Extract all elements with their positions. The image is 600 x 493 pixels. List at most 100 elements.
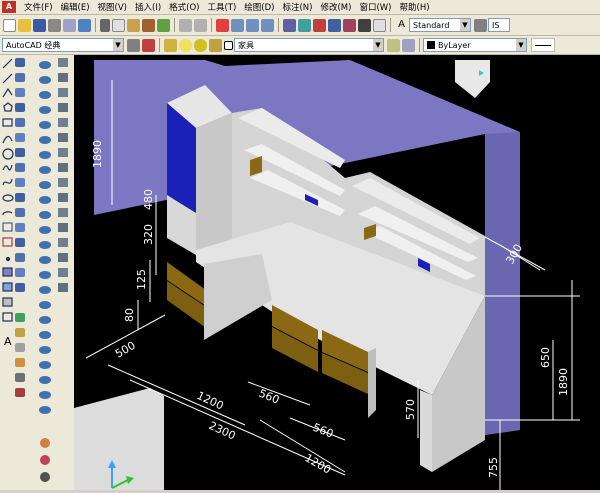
modify-join-icon[interactable] xyxy=(15,238,25,247)
color-select[interactable]: ByLayer ▼ xyxy=(423,38,527,52)
menu-modify[interactable]: 修改(M) xyxy=(316,1,355,13)
revision-cloud-icon[interactable] xyxy=(2,164,13,171)
ucs-zaxis-icon[interactable] xyxy=(39,346,51,354)
ucs-3point-icon[interactable] xyxy=(39,361,51,369)
separate-icon[interactable] xyxy=(58,253,68,262)
view-left-icon[interactable] xyxy=(39,91,51,99)
circle-icon[interactable] xyxy=(2,148,14,160)
new-file-icon[interactable] xyxy=(3,18,16,32)
layer-manager-icon[interactable] xyxy=(164,38,177,52)
undo-icon[interactable] xyxy=(179,18,192,32)
extrude-faces-icon[interactable] xyxy=(58,73,68,82)
modify-fillet-icon[interactable] xyxy=(15,268,25,277)
ucs-face-icon[interactable] xyxy=(39,391,51,399)
move-faces-icon[interactable] xyxy=(58,88,68,97)
multiline-text-icon[interactable]: A xyxy=(4,335,12,348)
menu-window[interactable]: 窗口(W) xyxy=(355,1,395,13)
modify-trim-icon[interactable] xyxy=(15,193,25,202)
modify-extend-icon[interactable] xyxy=(15,208,25,217)
delete-faces-icon[interactable] xyxy=(58,118,68,127)
sheet-set-icon[interactable] xyxy=(328,18,341,32)
modify-break-icon[interactable] xyxy=(15,223,25,232)
tool-palettes-icon[interactable] xyxy=(313,18,326,32)
table-icon[interactable] xyxy=(2,312,13,322)
make-block-icon[interactable] xyxy=(2,237,13,247)
free-orbit-icon[interactable] xyxy=(39,226,51,234)
print-icon[interactable] xyxy=(48,18,61,32)
redo-icon[interactable] xyxy=(194,18,207,32)
solid-extrude-icon[interactable] xyxy=(15,328,25,337)
ucs-icon[interactable] xyxy=(39,301,51,309)
walk-icon[interactable] xyxy=(39,271,51,279)
construction-line-icon[interactable] xyxy=(2,73,13,84)
zoom-previous-icon[interactable] xyxy=(261,18,274,32)
text-style-select[interactable]: Standard ▼ xyxy=(409,18,471,32)
dimension-style-select[interactable]: IS xyxy=(488,18,510,32)
modify-erase-icon[interactable] xyxy=(15,58,25,67)
markup-icon[interactable] xyxy=(343,18,356,32)
insert-block-icon[interactable] xyxy=(2,222,13,232)
rotate-faces-icon[interactable] xyxy=(58,133,68,142)
view-right-icon[interactable] xyxy=(39,106,51,114)
make-current-layer-icon[interactable] xyxy=(387,38,400,52)
shell-icon[interactable] xyxy=(58,268,68,277)
print-preview-icon[interactable] xyxy=(63,18,76,32)
materials-icon[interactable] xyxy=(40,438,50,448)
offset-faces-icon[interactable] xyxy=(58,103,68,112)
match-properties-icon[interactable] xyxy=(142,18,155,32)
continuous-orbit-icon[interactable] xyxy=(39,241,51,249)
color-faces-icon[interactable] xyxy=(58,178,68,187)
region-icon[interactable] xyxy=(2,297,13,307)
linetype-select[interactable] xyxy=(531,38,555,52)
layer-select[interactable]: 家具 ▼ xyxy=(234,38,384,52)
zoom-window-icon[interactable] xyxy=(246,18,259,32)
polygon-icon[interactable] xyxy=(3,102,13,112)
layer-previous-icon[interactable] xyxy=(402,38,415,52)
ucs-origin-icon[interactable] xyxy=(39,331,51,339)
copy-icon[interactable] xyxy=(112,18,125,32)
clean-icon[interactable] xyxy=(58,238,68,247)
modify-rotate-icon[interactable] xyxy=(15,148,25,157)
modify-scale-icon[interactable] xyxy=(15,163,25,172)
view-ne-iso-icon[interactable] xyxy=(39,181,51,189)
modify-array-icon[interactable] xyxy=(15,118,25,127)
ucs-view-icon[interactable] xyxy=(39,406,51,414)
point-icon[interactable] xyxy=(5,256,11,262)
menu-view[interactable]: 视图(V) xyxy=(94,1,131,13)
modify-explode-icon[interactable] xyxy=(15,283,25,292)
orbit-icon[interactable] xyxy=(39,211,51,219)
workspace-save-icon[interactable] xyxy=(142,38,155,52)
workspace-select[interactable]: AutoCAD 经典 ▼ xyxy=(2,38,124,52)
autocad-app-icon[interactable]: A xyxy=(2,1,16,13)
solid-intersect-icon[interactable] xyxy=(15,373,25,382)
properties-icon[interactable] xyxy=(283,18,296,32)
menu-dimension[interactable]: 标注(N) xyxy=(278,1,316,13)
open-file-icon[interactable] xyxy=(18,18,31,32)
ellipse-icon[interactable] xyxy=(2,194,14,202)
menu-tools[interactable]: 工具(T) xyxy=(203,1,240,13)
ucs-object-icon[interactable] xyxy=(39,376,51,384)
modify-stretch-icon[interactable] xyxy=(15,178,25,187)
view-front-icon[interactable] xyxy=(39,121,51,129)
calculator-icon[interactable] xyxy=(358,18,371,32)
modify-mirror-icon[interactable] xyxy=(15,88,25,97)
visual-styles-icon[interactable] xyxy=(40,472,50,482)
modify-move-icon[interactable] xyxy=(15,133,25,142)
render-icon[interactable] xyxy=(15,388,25,397)
ucs-world-icon[interactable] xyxy=(39,316,51,324)
solid-union-icon[interactable] xyxy=(15,343,25,352)
view-top-icon[interactable] xyxy=(39,61,51,69)
color-edges-icon[interactable] xyxy=(58,208,68,217)
paste-icon[interactable] xyxy=(127,18,140,32)
camera-icon[interactable] xyxy=(39,256,51,264)
zoom-realtime-icon[interactable] xyxy=(231,18,244,32)
view-bottom-icon[interactable] xyxy=(39,76,51,84)
modify-copy-icon[interactable] xyxy=(15,73,25,82)
menu-draw[interactable]: 绘图(D) xyxy=(240,1,278,13)
lights-icon[interactable] xyxy=(40,455,50,465)
gradient-icon[interactable] xyxy=(2,282,13,292)
arc-icon[interactable] xyxy=(2,135,13,144)
view-se-iso-icon[interactable] xyxy=(39,166,51,174)
drawing-canvas[interactable]: 1890 480 320 125 80 500 1200 2300 560 56… xyxy=(74,55,600,490)
solid-box-icon[interactable] xyxy=(15,313,25,322)
